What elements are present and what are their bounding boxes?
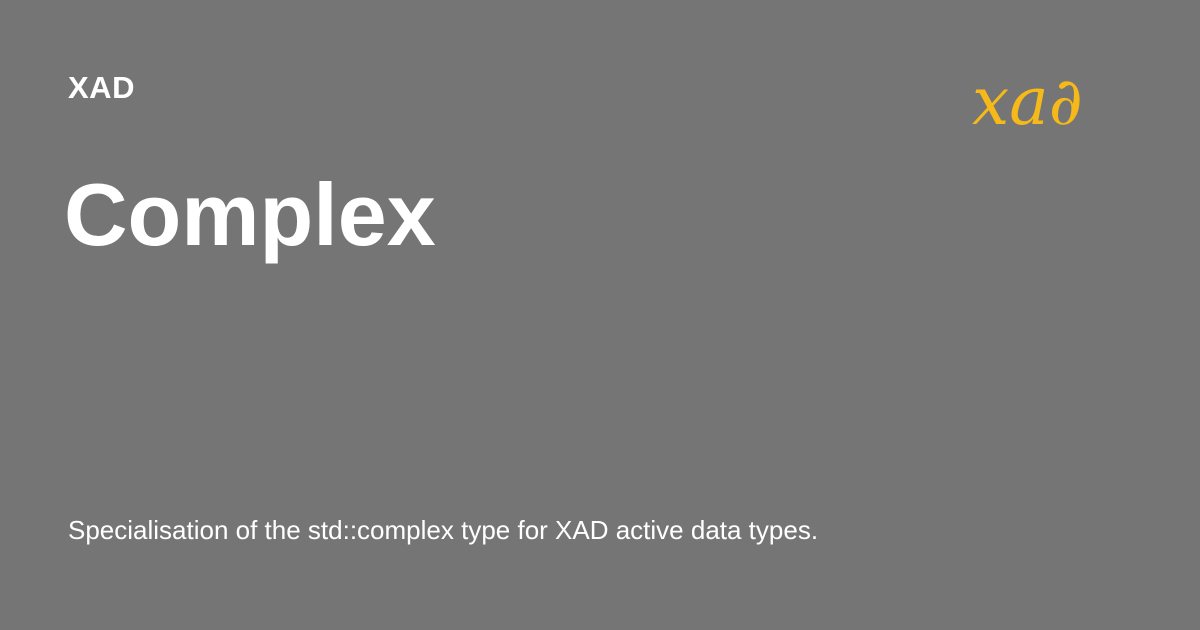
site-name: XAD — [68, 70, 135, 105]
page-title: Complex — [64, 165, 436, 264]
xad-logo-text: xa∂ — [972, 63, 1083, 140]
page-description: Specialisation of the std::complex type … — [68, 515, 819, 545]
xad-logo: xa∂ — [964, 56, 1124, 140]
